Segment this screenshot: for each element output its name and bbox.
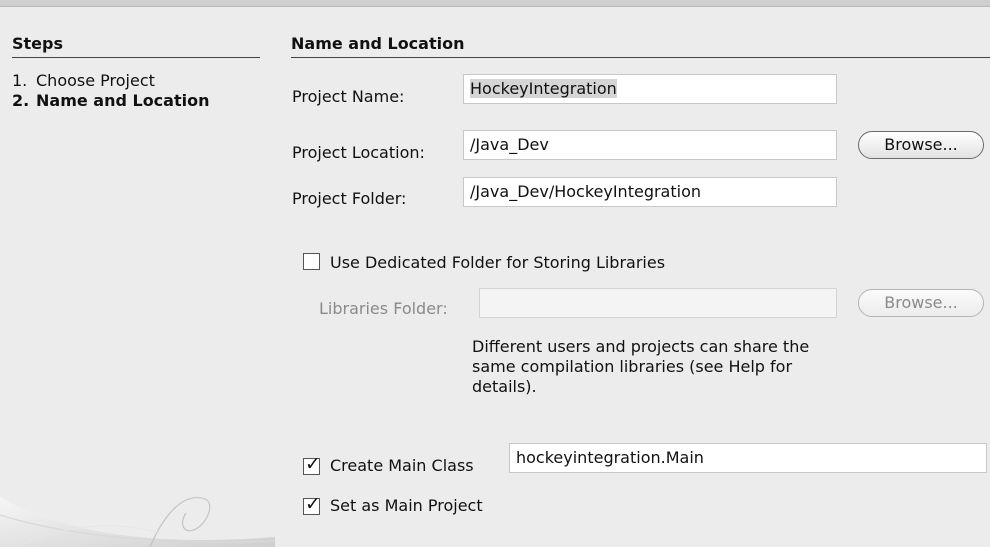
project-folder-input[interactable]: /Java_Dev/HockeyIntegration [463,177,837,207]
checkmark-icon: ✓ [305,493,321,515]
checkmark-icon: ✓ [305,453,321,475]
dedicated-folder-label[interactable]: Use Dedicated Folder for Storing Librari… [330,253,665,272]
step-label: Name and Location [36,91,210,110]
decorative-swoosh-graphic [0,497,275,547]
libraries-folder-label: Libraries Folder: [319,299,448,318]
set-main-project-label[interactable]: Set as Main Project [330,496,483,515]
project-location-input[interactable]: /Java_Dev [463,130,837,160]
step-number: 1. [12,71,28,90]
section-title: Name and Location [291,34,990,58]
new-project-wizard: Steps 1. Choose Project 2. Name and Locati… [0,0,990,547]
project-name-label: Project Name: [292,87,405,106]
project-name-input[interactable]: HockeyIntegration [463,74,837,104]
set-main-project-checkbox[interactable]: ✓ [303,494,321,515]
steps-title: Steps [12,34,260,58]
step-item-choose-project: 1. Choose Project [12,71,209,91]
project-location-browse-button[interactable]: Browse... [858,131,984,159]
step-label: Choose Project [36,71,155,90]
libraries-folder-browse-button[interactable]: Browse... [858,289,984,317]
main-class-input[interactable]: hockeyintegration.Main [509,443,987,473]
project-name-value: HockeyIntegration [470,79,617,98]
main-panel: Name and Location Project Name: HockeyIn… [275,7,990,547]
step-item-name-and-location: 2. Name and Location [12,91,209,111]
project-folder-label: Project Folder: [292,189,407,208]
window-top-border [0,0,990,7]
step-number: 2. [12,91,30,110]
create-main-class-label[interactable]: Create Main Class [330,456,474,475]
project-location-label: Project Location: [292,143,425,162]
create-main-class-checkbox[interactable]: ✓ [303,454,321,475]
steps-panel: Steps 1. Choose Project 2. Name and Locati… [0,7,275,547]
libraries-folder-input[interactable] [479,288,837,318]
dedicated-folder-checkbox[interactable] [303,253,320,270]
steps-list: 1. Choose Project 2. Name and Location [12,71,209,111]
libraries-help-text: Different users and projects can share t… [472,337,810,396]
